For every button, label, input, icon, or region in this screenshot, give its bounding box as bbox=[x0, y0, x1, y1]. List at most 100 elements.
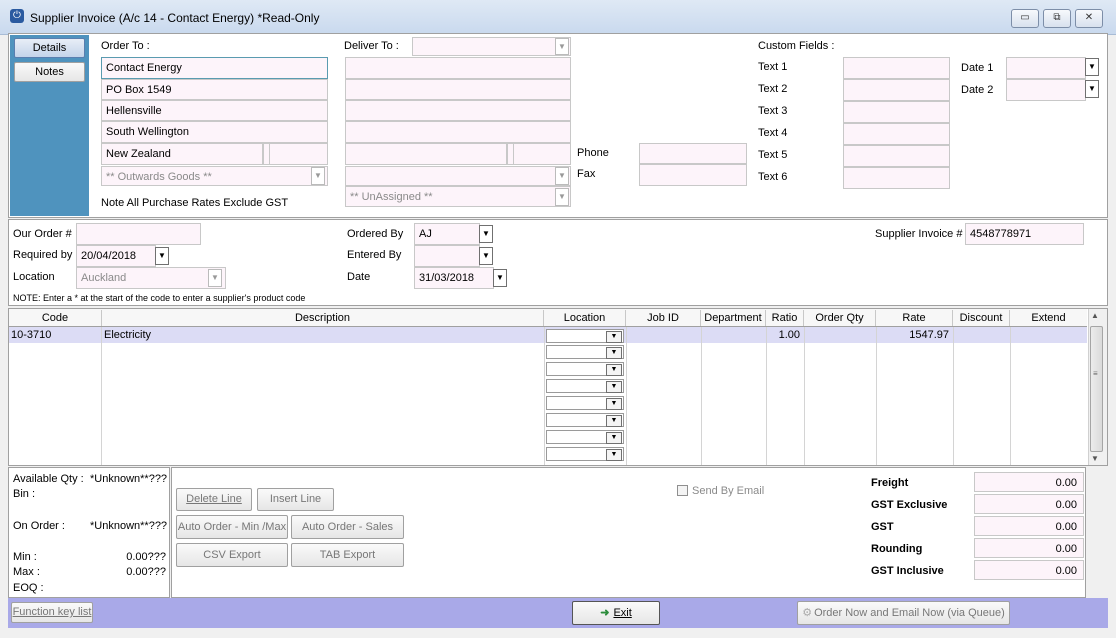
min-label: Min : bbox=[13, 551, 37, 563]
deliver-category-select[interactable] bbox=[345, 166, 571, 186]
order-to-postcode-field[interactable] bbox=[269, 143, 328, 165]
chevron-down-icon[interactable]: ▼ bbox=[1085, 58, 1099, 76]
power-icon[interactable]: ⏻ bbox=[10, 9, 24, 23]
send-by-email-checkbox[interactable] bbox=[677, 485, 688, 496]
scroll-down-icon[interactable]: ▼ bbox=[1091, 454, 1099, 463]
column-header-ratio[interactable]: Ratio bbox=[766, 310, 804, 326]
details-tab[interactable]: Details bbox=[14, 38, 85, 58]
text4-field[interactable] bbox=[843, 123, 950, 145]
chevron-down-icon[interactable]: ▼ bbox=[208, 269, 222, 287]
restore-icon[interactable]: ⧉ bbox=[1043, 9, 1071, 28]
auto-order-sales-button[interactable]: Auto Order - Sales bbox=[291, 515, 404, 539]
required-by-field[interactable]: 20/04/2018 bbox=[76, 245, 156, 267]
column-header-job-id[interactable]: Job ID bbox=[626, 310, 701, 326]
deliver-line-2[interactable] bbox=[345, 79, 571, 100]
column-header-extend[interactable]: Extend bbox=[1010, 310, 1087, 326]
phone-field[interactable] bbox=[639, 143, 747, 164]
order-to-line-3[interactable]: Hellensville bbox=[101, 100, 328, 121]
fax-field[interactable] bbox=[639, 164, 747, 186]
date-field[interactable]: 31/03/2018 bbox=[414, 267, 494, 289]
column-header-order-qty[interactable]: Order Qty bbox=[804, 310, 876, 326]
column-divider bbox=[804, 327, 805, 465]
rounding-value[interactable]: 0.00 bbox=[974, 538, 1084, 558]
chevron-down-icon[interactable]: ▼ bbox=[1085, 80, 1099, 98]
date1-label: Date 1 bbox=[961, 62, 994, 74]
ordered-by-field[interactable]: AJ bbox=[414, 223, 480, 245]
text1-field[interactable] bbox=[843, 57, 950, 79]
exit-label: Exit bbox=[613, 607, 632, 619]
text5-label: Text 5 bbox=[758, 149, 788, 161]
supplier-invoice-field[interactable]: 4548778971 bbox=[965, 223, 1084, 245]
row-ratio: 1.00 bbox=[778, 329, 800, 341]
min-value: 0.00??? bbox=[126, 551, 166, 563]
gear-icon: ⚙ bbox=[802, 607, 813, 619]
scrollbar-thumb[interactable] bbox=[1090, 326, 1103, 452]
freight-value[interactable]: 0.00 bbox=[974, 472, 1084, 492]
phone-label: Phone bbox=[577, 147, 609, 159]
entered-by-field[interactable] bbox=[414, 245, 480, 267]
tab-export-button[interactable]: TAB Export bbox=[291, 543, 404, 567]
date1-field[interactable] bbox=[1006, 57, 1086, 79]
close-icon[interactable]: ✕ bbox=[1075, 9, 1103, 28]
text6-field[interactable] bbox=[843, 167, 950, 189]
our-order-field[interactable] bbox=[76, 223, 201, 245]
chevron-down-icon[interactable]: ▼ bbox=[479, 247, 493, 265]
deliver-line-1[interactable] bbox=[345, 57, 571, 79]
column-header-discount[interactable]: Discount bbox=[953, 310, 1010, 326]
location-cell-dropdown[interactable]: ▼ bbox=[546, 345, 624, 359]
column-header-department[interactable]: Department bbox=[701, 310, 766, 326]
text5-field[interactable] bbox=[843, 145, 950, 167]
text2-field[interactable] bbox=[843, 79, 950, 101]
fax-label: Fax bbox=[577, 168, 596, 180]
chevron-down-icon[interactable]: ▼ bbox=[311, 167, 325, 185]
column-header-rate[interactable]: Rate bbox=[876, 310, 953, 326]
text3-field[interactable] bbox=[843, 101, 950, 123]
chevron-down-icon[interactable]: ▼ bbox=[493, 269, 507, 287]
deliver-to-select[interactable] bbox=[412, 37, 571, 56]
location-cell-dropdown[interactable]: ▼ bbox=[546, 396, 624, 410]
order-to-line-1[interactable]: Contact Energy bbox=[101, 57, 328, 79]
csv-export-button[interactable]: CSV Export bbox=[176, 543, 288, 567]
on-order-label: On Order : bbox=[13, 520, 65, 532]
deliver-assigned-select[interactable]: ** UnAssigned ** bbox=[345, 186, 571, 207]
order-to-line-2[interactable]: PO Box 1549 bbox=[101, 79, 328, 100]
auto-order-min-max-button[interactable]: Auto Order - Min /Max bbox=[176, 515, 288, 539]
gst-label: GST bbox=[871, 521, 894, 533]
bin-label: Bin : bbox=[13, 488, 36, 500]
chevron-down-icon[interactable]: ▼ bbox=[479, 225, 493, 243]
location-cell-dropdown[interactable]: ▼ bbox=[546, 362, 624, 376]
chevron-down-icon[interactable]: ▼ bbox=[155, 247, 169, 265]
column-header-location[interactable]: Location bbox=[544, 310, 626, 326]
deliver-line-4[interactable] bbox=[345, 121, 571, 143]
delete-line-button[interactable]: Delete Line bbox=[176, 488, 252, 511]
minimize-icon[interactable]: ▭ bbox=[1011, 9, 1039, 28]
column-header-description[interactable]: Description bbox=[102, 310, 544, 326]
location-cell-dropdown[interactable]: ▼ bbox=[546, 379, 624, 393]
order-to-line-5[interactable]: New Zealand bbox=[101, 143, 263, 165]
chevron-down-icon[interactable]: ▼ bbox=[555, 167, 569, 185]
exit-button[interactable]: ➜ Exit bbox=[572, 601, 660, 625]
notes-tab[interactable]: Notes bbox=[14, 62, 85, 82]
location-cell-dropdown[interactable]: ▼ bbox=[546, 447, 624, 461]
insert-line-button[interactable]: Insert Line bbox=[257, 488, 334, 511]
window-title: Supplier Invoice (A/c 14 - Contact Energ… bbox=[30, 11, 320, 25]
entered-by-label: Entered By bbox=[347, 249, 402, 261]
deliver-line-3[interactable] bbox=[345, 100, 571, 121]
deliver-line-5[interactable] bbox=[345, 143, 507, 165]
order-now-email-button[interactable]: ⚙ Order Now and Email Now (via Queue) bbox=[797, 601, 1010, 625]
location-cell-dropdown[interactable]: ▼ bbox=[546, 430, 624, 444]
chevron-down-icon[interactable]: ▼ bbox=[555, 38, 569, 55]
column-header-code[interactable]: Code bbox=[9, 310, 102, 326]
grip-icon: ≡ bbox=[1093, 369, 1098, 378]
order-category-select[interactable]: ** Outwards Goods ** bbox=[101, 166, 328, 186]
location-select[interactable]: Auckland bbox=[76, 267, 226, 289]
location-cell-dropdown[interactable]: ▼ bbox=[546, 329, 624, 343]
date2-field[interactable] bbox=[1006, 79, 1086, 101]
column-divider bbox=[876, 327, 877, 465]
location-cell-dropdown[interactable]: ▼ bbox=[546, 413, 624, 427]
chevron-down-icon[interactable]: ▼ bbox=[555, 188, 569, 206]
scroll-up-icon[interactable]: ▲ bbox=[1091, 311, 1099, 320]
order-to-line-4[interactable]: South Wellington bbox=[101, 121, 328, 143]
deliver-postcode-field[interactable] bbox=[513, 143, 571, 165]
function-key-list-button[interactable]: Function key list bbox=[11, 602, 93, 623]
